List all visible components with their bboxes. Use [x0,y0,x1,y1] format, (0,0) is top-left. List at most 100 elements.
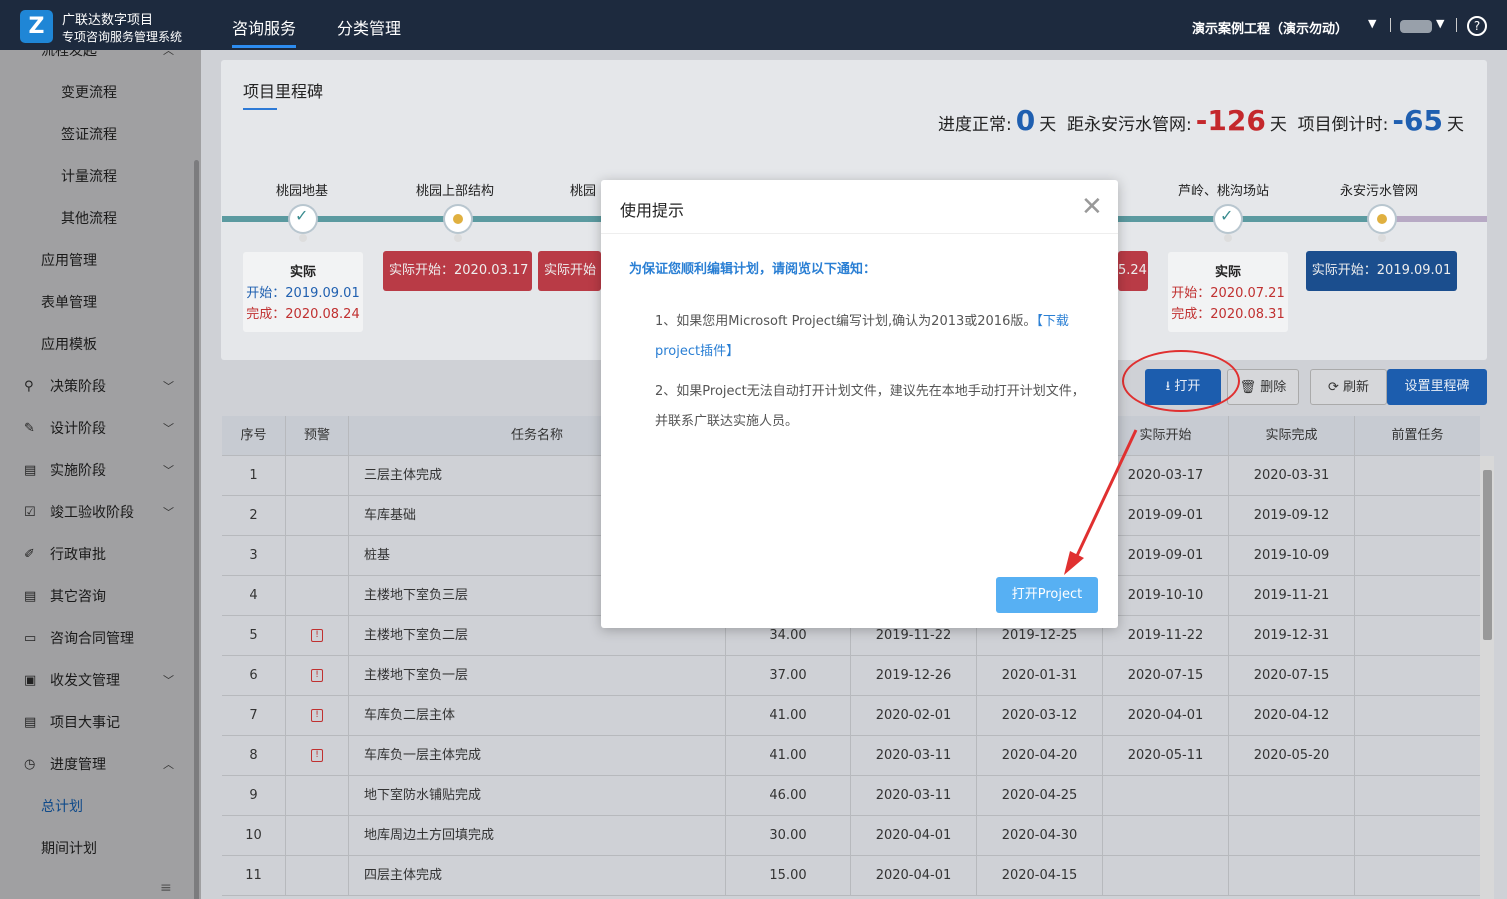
sidebar-item-contract-management[interactable]: ▭ 咨询合同管理 [0,618,201,660]
table-row[interactable]: 9 地下室防水铺贴完成 46.00 2020-03-11 2020-04-25 [222,776,1480,816]
table-cell [1355,736,1480,776]
milestone-node-pending[interactable] [1369,206,1395,232]
column-header[interactable]: 序号 [222,416,286,456]
table-cell: 2020-03-11 [851,736,977,776]
stat-distance-label: 距永安污水管网: [1067,115,1192,135]
table-cell: 2019-12-26 [851,656,977,696]
sidebar-item-process-launch[interactable]: 流程发起 ︿ [0,50,201,72]
open-project-button[interactable]: 打开Project [996,577,1098,613]
tab-category-management[interactable]: 分类管理 [337,15,401,39]
sidebar-item-metering-process[interactable]: 计量流程 [0,156,201,198]
milestone-node-done[interactable]: ✓ [1215,206,1241,232]
table-cell [1355,456,1480,496]
table-cell [1355,616,1480,656]
sidebar-item-admin-approval[interactable]: ✐ 行政审批 [0,534,201,576]
user-avatar[interactable] [1400,20,1432,33]
table-cell: 2020-07-15 [1229,656,1355,696]
help-icon[interactable]: ? [1467,16,1487,36]
sidebar-item-master-plan[interactable]: 总计划 [0,786,201,828]
table-cell [1229,776,1355,816]
table-cell: 2019-09-01 [1103,536,1229,576]
pen-icon: ✐ [24,547,35,562]
set-milestone-button[interactable]: 设置里程碑 [1387,369,1487,405]
sidebar-item-project-events[interactable]: ▤ 项目大事记 [0,702,201,744]
stat-countdown-value: -65 [1392,104,1443,137]
sidebar-item-change-process[interactable]: 变更流程 [0,72,201,114]
table-cell: 2020-04-01 [1103,696,1229,736]
milestone-stem [1224,234,1232,242]
column-header[interactable]: 预警 [286,416,349,456]
doc-icon: ▤ [24,715,37,730]
milestone-node-pending[interactable] [445,206,471,232]
sidebar-item-document-management[interactable]: ▣ 收发文管理 ﹀ [0,660,201,702]
table-cell: 2020-03-11 [851,776,977,816]
sidebar-item-other-process[interactable]: 其他流程 [0,198,201,240]
milestone-card-late[interactable]: 5.24 [1118,251,1148,291]
dialog-paragraph-2: 2、如果Project无法自动打开计划文件，建议先在本地手动打开计划文件，并联系… [655,384,1085,429]
brand-title: 广联达数字项目 [62,13,154,28]
warning-icon: ! [311,709,323,722]
milestone-card-upcoming[interactable]: 实际开始：2019.09.01 [1306,251,1457,291]
table-row[interactable]: 6! 主楼地下室负一层 37.00 2019-12-26 2020-01-31 2020-… [222,656,1480,696]
column-header[interactable]: 实际完成 [1229,416,1355,456]
collapse-menu-icon[interactable]: ≡ [160,880,172,896]
sidebar-scrollbar[interactable] [194,160,199,899]
table-row[interactable]: 8! 车库负一层主体完成 41.00 2020-03-11 2020-04-20 2020… [222,736,1480,776]
milestone-card[interactable]: 实际 开始：2019.09.01 完成：2020.08.24 [243,252,363,332]
sidebar-item-decision-stage[interactable]: ⚲ 决策阶段 ﹀ [0,366,201,408]
progress-stats: 进度正常: 0 天 距永安污水管网: -126 天 项目倒计时: -65 天 [938,104,1464,137]
warning-cell [286,856,349,896]
project-selector[interactable]: 演示案例工程（演示勿动） [1192,18,1348,37]
milestone-name: 桃园地基 [276,184,329,199]
sidebar-item-period-plan[interactable]: 期间计划 [0,828,201,870]
sidebar-item-visa-process[interactable]: 签证流程 [0,114,201,156]
table-cell: 4 [222,576,286,616]
chevron-down-icon: ﹀ [163,380,174,393]
dialog-lead: 为保证您顺利编辑计划，请阅览以下通知： [629,262,877,277]
stat-unit: 天 [1039,115,1057,135]
table-row[interactable]: 7! 车库负二层主体 41.00 2020-02-01 2020-03-12 2020-0… [222,696,1480,736]
sidebar-item-app-template[interactable]: 应用模板 [0,324,201,366]
table-cell [1355,536,1480,576]
sidebar-item-design-stage[interactable]: ✎ 设计阶段 ﹀ [0,408,201,450]
table-cell: 41.00 [726,696,851,736]
milestone-card-late[interactable]: 实际开始 [538,251,601,291]
table-cell: 2020-05-20 [1229,736,1355,776]
milestone-card[interactable]: 实际 开始：2020.07.21 完成：2020.08.31 [1168,252,1288,332]
table-cell: 2019-10-09 [1229,536,1355,576]
warning-cell: ! [286,736,349,776]
warning-cell [286,536,349,576]
milestone-card-late[interactable]: 实际开始：2020.03.17 [383,251,532,291]
table-cell: 3 [222,536,286,576]
warning-cell [286,816,349,856]
tab-consulting-service[interactable]: 咨询服务 [232,15,297,48]
milestone-name: 芦岭、桃沟场站 [1178,184,1270,199]
table-cell: 9 [222,776,286,816]
chevron-down-icon: ﹀ [163,674,174,687]
sidebar-item-form-management[interactable]: 表单管理 [0,282,201,324]
column-header[interactable]: 前置任务 [1355,416,1480,456]
close-icon[interactable]: ✕ [1081,192,1103,222]
table-row[interactable]: 11 四层主体完成 15.00 2020-04-01 2020-04-15 [222,856,1480,896]
sidebar-item-completion-stage[interactable]: ☑ 竣工验收阶段 ﹀ [0,492,201,534]
sidebar-item-app-management[interactable]: 应用管理 [0,240,201,282]
milestone-node-done[interactable]: ✓ [290,206,316,232]
table-scrollbar-thumb[interactable] [1483,470,1492,640]
divider [1390,18,1391,32]
table-cell [1103,856,1229,896]
sidebar-item-progress-management[interactable]: ◷ 进度管理 ︿ [0,744,201,786]
warning-icon: ! [311,629,323,642]
table-cell: 2019-10-10 [1103,576,1229,616]
warning-cell: ! [286,616,349,656]
box-icon: ☑ [24,505,36,520]
refresh-button[interactable]: ⟳ 刷新 [1310,369,1387,405]
sidebar-item-implementation-stage[interactable]: ▤ 实施阶段 ﹀ [0,450,201,492]
table-cell: 车库负二层主体 [349,696,726,736]
column-header[interactable]: 实际开始 [1103,416,1229,456]
chevron-down-icon[interactable]: ▼ [1368,17,1376,30]
chevron-down-icon[interactable]: ▼ [1436,17,1444,30]
milestone-stem [454,234,462,242]
table-row[interactable]: 10 地库周边土方回填完成 30.00 2020-04-01 2020-04-30 [222,816,1480,856]
sidebar-item-other-consulting[interactable]: ▤ 其它咨询 [0,576,201,618]
panel-title: 项目里程碑 [243,78,323,110]
